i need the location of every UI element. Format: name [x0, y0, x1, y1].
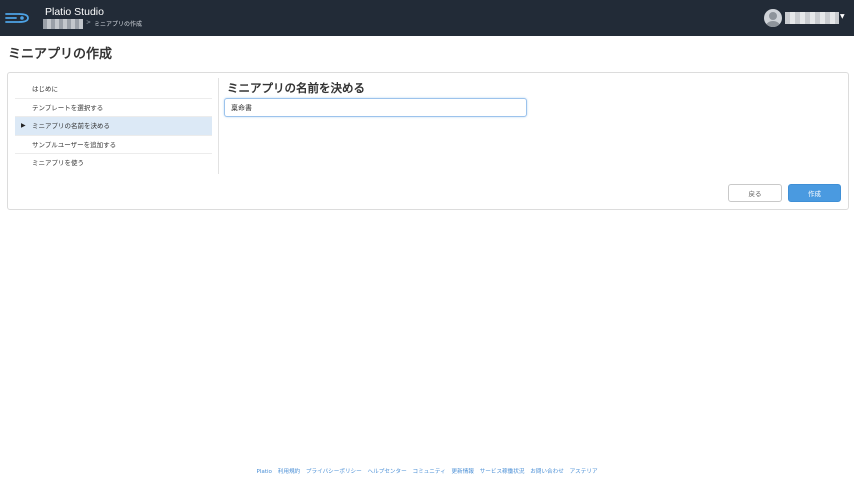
step-item-intro[interactable]: はじめに — [15, 80, 212, 99]
section-title: ミニアプリの名前を決める — [227, 83, 365, 95]
create-button[interactable]: 作成 — [788, 184, 841, 202]
step-item-add-sample-users[interactable]: サンプルユーザーを追加する — [15, 136, 212, 154]
step-item-select-template[interactable]: テンプレートを選択する — [15, 99, 212, 117]
back-button[interactable]: 戻る — [728, 184, 782, 202]
app-title[interactable]: Platio Studio — [45, 6, 104, 18]
footer-link-platio[interactable]: Platio — [256, 469, 272, 475]
footer-link-help-center[interactable]: ヘルプセンター — [368, 469, 407, 475]
user-name-redacted[interactable] — [785, 12, 839, 24]
footer-link-service-status[interactable]: サービス稼働状況 — [480, 469, 525, 475]
footer-link-updates[interactable]: 更新情報 — [452, 469, 474, 475]
top-navigation-bar: Platio Studio > ミニアプリの作成 ▼ — [0, 0, 854, 36]
wizard-card: はじめに テンプレートを選択する ▶ ミニアプリの名前を決める サンプルユーザー… — [7, 72, 849, 210]
step-item-name-app[interactable]: ▶ ミニアプリの名前を決める — [15, 117, 212, 136]
footer-link-contact[interactable]: お問い合わせ — [530, 469, 564, 475]
step-item-use-app[interactable]: ミニアプリを使う — [15, 154, 212, 173]
footer-link-asteria[interactable]: アステリア — [570, 469, 598, 475]
platio-logo-icon[interactable] — [5, 10, 31, 26]
breadcrumb-separator: > — [86, 19, 92, 26]
footer-link-privacy[interactable]: プライバシーポリシー — [306, 469, 362, 475]
play-arrow-icon: ▶ — [21, 122, 26, 129]
footer-link-community[interactable]: コミュニティ — [412, 469, 445, 475]
page-title: ミニアプリの作成 — [8, 46, 113, 61]
breadcrumb-current: ミニアプリの作成 — [94, 21, 143, 28]
breadcrumb-workspace-redacted[interactable] — [43, 19, 83, 29]
user-avatar-icon[interactable] — [764, 9, 782, 27]
footer-links: Platio 利用規約 プライバシーポリシー ヘルプセンター コミュニティ 更新… — [0, 467, 854, 475]
app-name-input[interactable] — [224, 98, 527, 117]
step-label: テンプレートを選択する — [32, 103, 104, 112]
footer-link-terms[interactable]: 利用規約 — [278, 469, 300, 475]
wizard-steps: はじめに テンプレートを選択する ▶ ミニアプリの名前を決める サンプルユーザー… — [15, 80, 212, 173]
step-label: はじめに — [32, 85, 58, 93]
panel-divider — [218, 78, 219, 174]
step-label: ミニアプリを使う — [32, 159, 84, 167]
chevron-down-icon[interactable]: ▼ — [840, 13, 845, 20]
step-label: ミニアプリの名前を決める — [32, 122, 110, 130]
step-label: サンプルユーザーを追加する — [32, 140, 117, 149]
